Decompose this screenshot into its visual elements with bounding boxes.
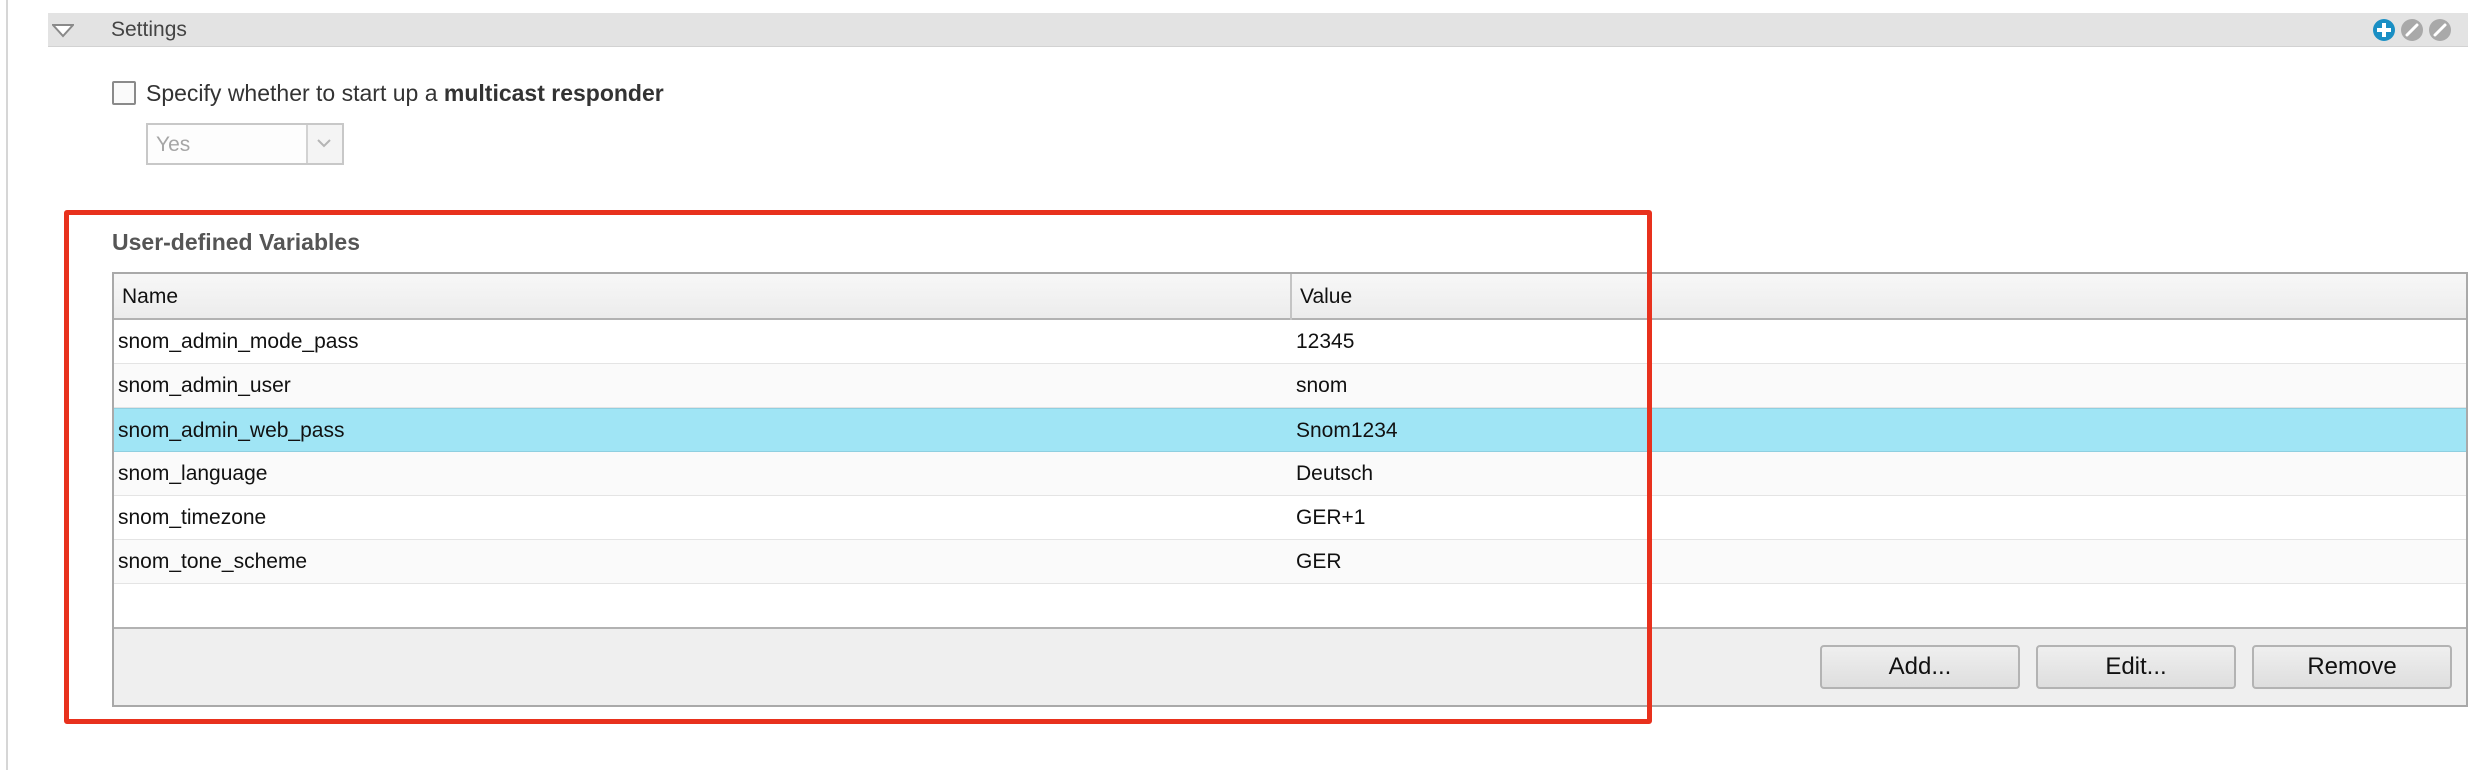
table-row[interactable]: snom_admin_mode_pass 12345 (114, 320, 2466, 364)
settings-header[interactable] (48, 13, 2468, 47)
column-divider[interactable] (1290, 274, 1292, 320)
edit-icon[interactable] (2400, 18, 2424, 42)
add-circle-icon[interactable] (2372, 18, 2396, 42)
multicast-label: Specify whether to start up a multicast … (146, 80, 664, 106)
cell-name: snom_admin_user (118, 374, 291, 397)
table-row[interactable]: snom_timezone GER+1 (114, 496, 2466, 540)
page-left-border (6, 0, 8, 770)
collapse-triangle-icon[interactable] (52, 24, 74, 38)
table-row-selected[interactable]: snom_admin_web_pass Snom1234 (114, 408, 2466, 452)
cell-name: snom_tone_scheme (118, 550, 308, 573)
edit-icon[interactable] (2428, 18, 2452, 42)
table-footer: Add... Edit... Remove (114, 627, 2466, 705)
cell-name: snom_admin_web_pass (118, 419, 345, 442)
table-header: Name Value (114, 274, 2466, 320)
chevron-down-icon (317, 139, 331, 148)
column-header-name[interactable]: Name (122, 284, 178, 310)
cell-name: snom_language (118, 462, 268, 485)
table-body: snom_admin_mode_pass 12345 snom_admin_us… (114, 320, 2466, 584)
dropdown-button[interactable] (306, 125, 342, 163)
cell-value: Deutsch (1296, 462, 1374, 485)
edit-button[interactable]: Edit... (2036, 645, 2236, 689)
multicast-select[interactable]: Yes (146, 123, 344, 165)
add-button[interactable]: Add... (1820, 645, 2020, 689)
variables-table: Name Value snom_admin_mode_pass 12345 sn… (112, 272, 2468, 707)
settings-title: Settings (111, 18, 187, 41)
cell-value: snom (1296, 374, 1348, 397)
remove-button[interactable]: Remove (2252, 645, 2452, 689)
cell-value: 12345 (1296, 330, 1355, 353)
cell-value: GER (1296, 550, 1342, 573)
table-row[interactable]: snom_tone_scheme GER (114, 540, 2466, 584)
table-row[interactable]: snom_admin_user snom (114, 364, 2466, 408)
table-row[interactable]: snom_language Deutsch (114, 452, 2466, 496)
variables-title: User-defined Variables (112, 229, 360, 255)
cell-value: Snom1234 (1296, 419, 1398, 442)
multicast-select-value: Yes (156, 133, 191, 156)
column-header-value[interactable]: Value (1300, 284, 1352, 310)
cell-value: GER+1 (1296, 506, 1366, 529)
cell-name: snom_admin_mode_pass (118, 330, 359, 353)
multicast-checkbox[interactable] (112, 81, 136, 105)
cell-name: snom_timezone (118, 506, 267, 529)
